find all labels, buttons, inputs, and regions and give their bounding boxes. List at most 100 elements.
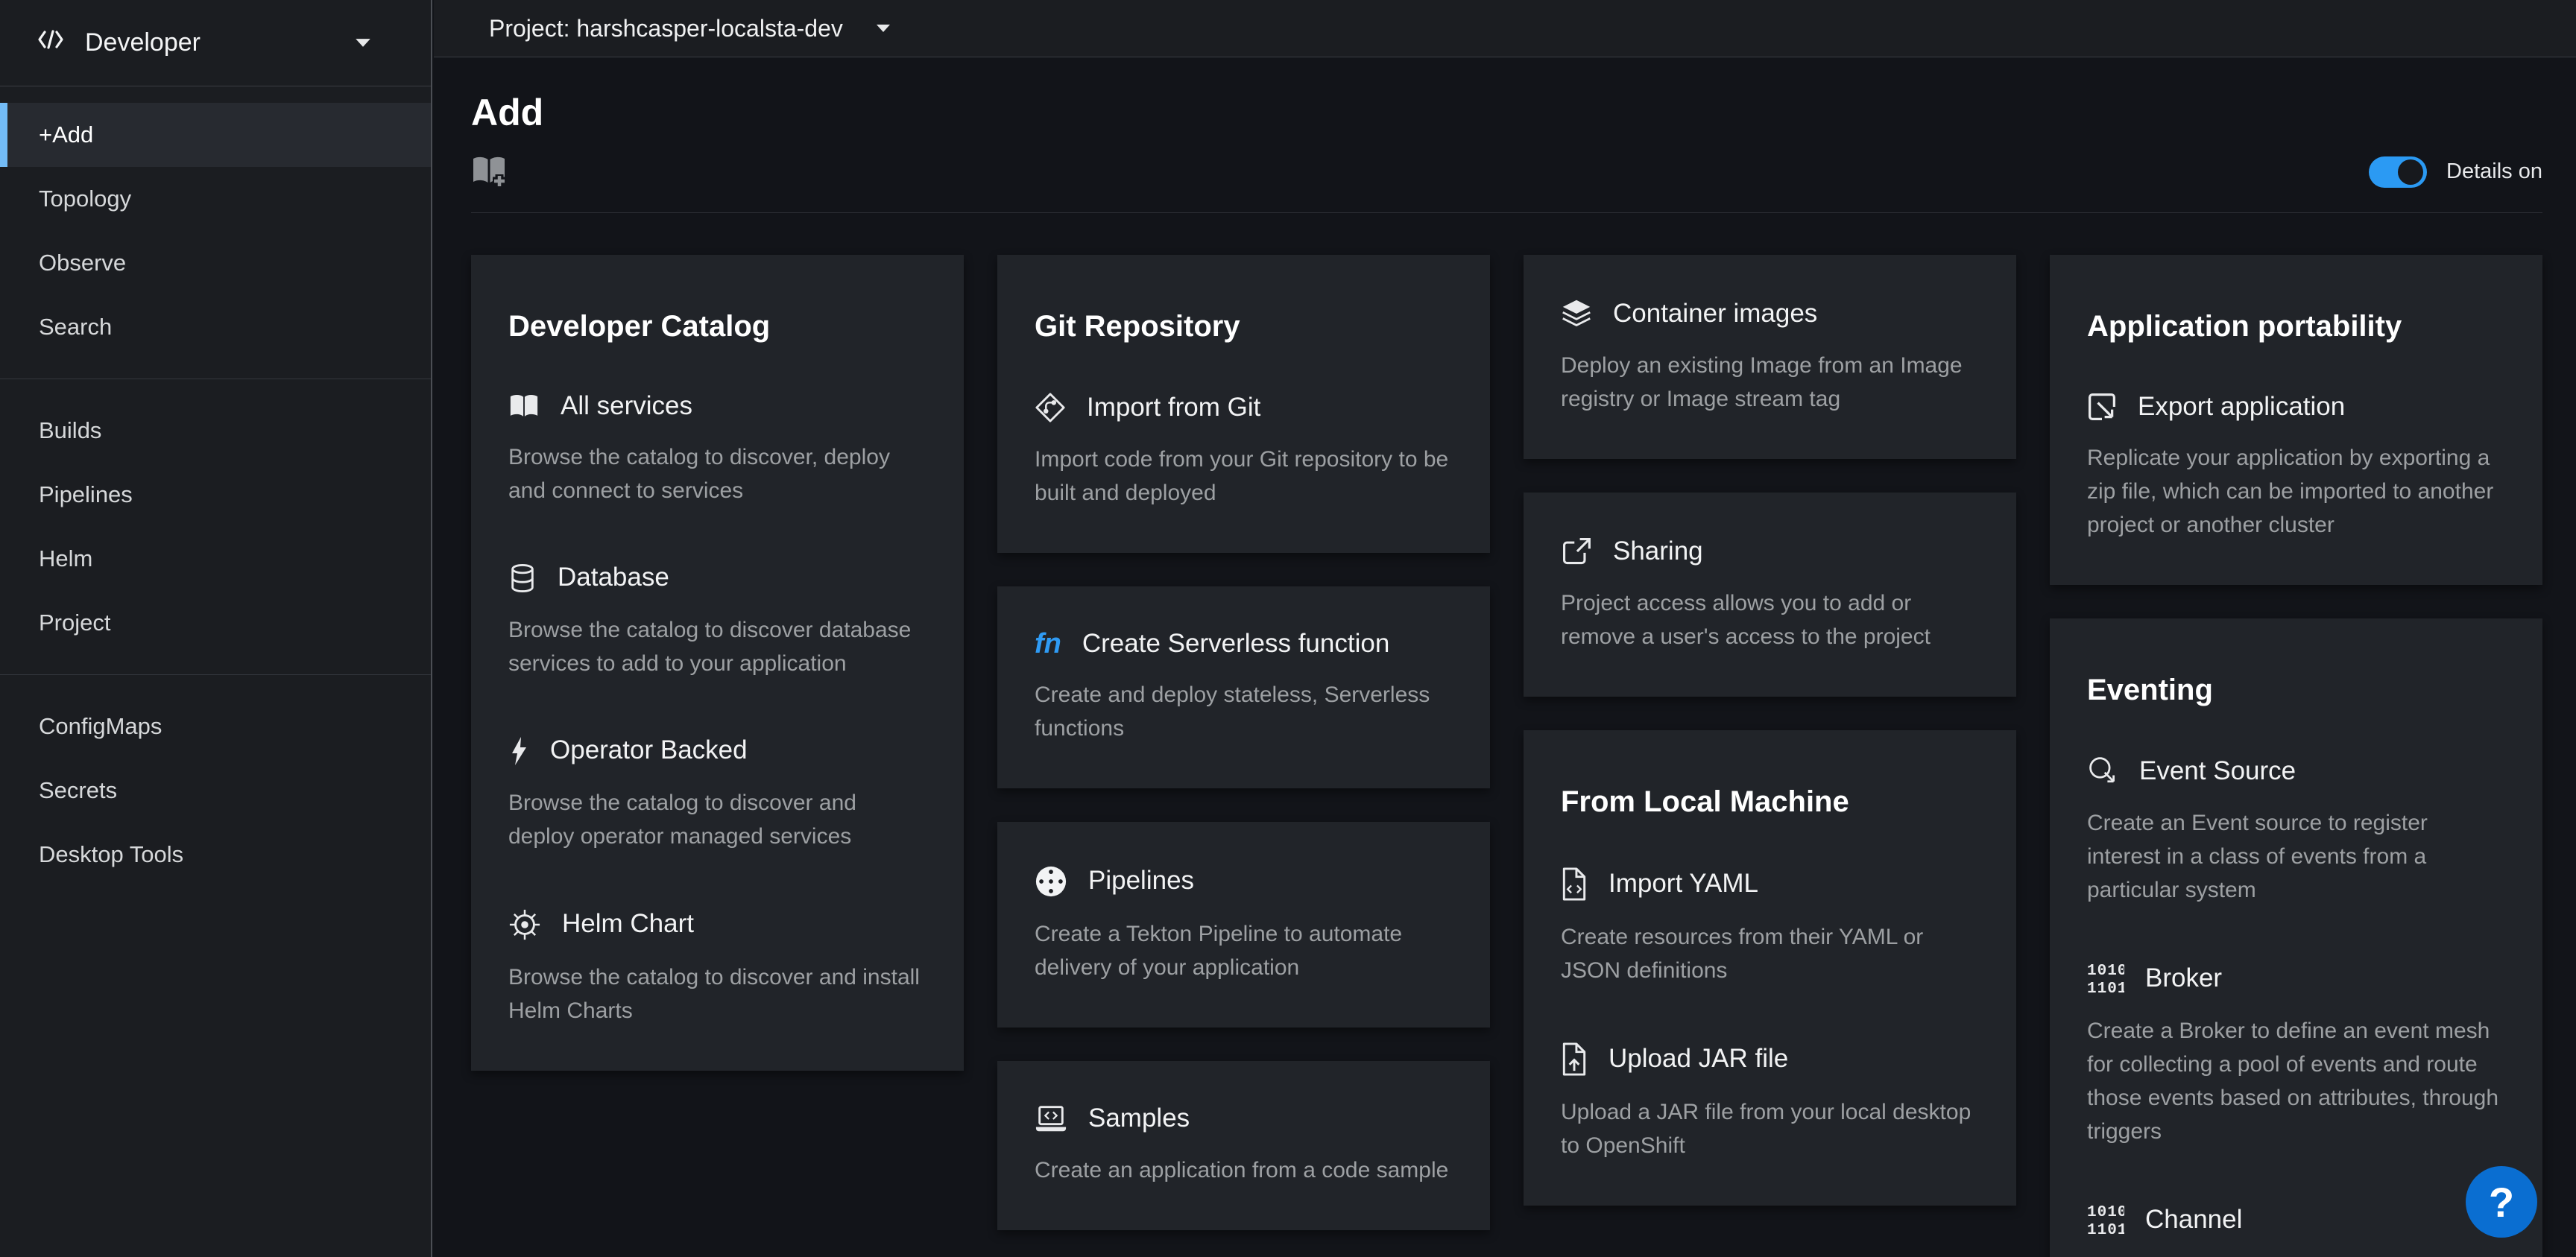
perspective-switcher[interactable]: Developer <box>0 0 431 86</box>
tile-title: Helm Chart <box>562 910 694 939</box>
sidebar-item-project[interactable]: Project <box>0 591 431 655</box>
details-toggle-label: Details on <box>2446 159 2542 184</box>
card-title: Eventing <box>2087 674 2505 706</box>
tile-title: Database <box>558 563 669 592</box>
card-samples: Samples Create an application from a cod… <box>997 1061 1490 1230</box>
perspective-label: Developer <box>85 28 201 57</box>
project-selector-label: Project: harshcasper-localsta-dev <box>489 15 843 42</box>
sidebar-item-desktop-tools[interactable]: Desktop Tools <box>0 823 431 887</box>
card-serverless-function: fn Create Serverless function Create and… <box>997 586 1490 788</box>
tile-title: Broker <box>2145 964 2222 993</box>
project-bar: Project: harshcasper-localsta-dev <box>434 0 2576 57</box>
tile-title: Event Source <box>2139 757 2296 786</box>
export-icon <box>2087 392 2117 422</box>
file-upload-icon <box>1561 1042 1588 1076</box>
card-title: Application portability <box>2087 310 2505 343</box>
tile-upload-jar-file[interactable]: Upload JAR file Upload a JAR file from y… <box>1561 1042 1979 1162</box>
file-code-icon <box>1561 867 1588 901</box>
sidebar-item-search[interactable]: Search <box>0 295 431 359</box>
tile-description: Deploy an existing Image from an Image r… <box>1561 349 1979 416</box>
tile-title: Export application <box>2138 393 2345 422</box>
page-header-row: Details on <box>471 153 2542 190</box>
svg-text:11011: 11011 <box>2087 981 2124 995</box>
tile-all-services[interactable]: All services Browse the catalog to disco… <box>508 392 926 507</box>
tile-title: Channel <box>2145 1206 2242 1235</box>
tile-event-source[interactable]: Event Source Create an Event source to r… <box>2087 756 2505 907</box>
tile-import-from-git[interactable]: Import from Git Import code from your Gi… <box>1035 392 1453 510</box>
card-from-local-machine: From Local Machine Import YAML Create re… <box>1524 730 2016 1206</box>
tile-description: Project access allows you to add or remo… <box>1561 586 1979 653</box>
sidebar-item-builds[interactable]: Builds <box>0 399 431 463</box>
card-application-portability: Application portability Export applicati… <box>2050 255 2542 585</box>
database-icon <box>508 563 537 594</box>
helm-icon <box>508 908 541 941</box>
tile-database[interactable]: Database Browse the catalog to discover … <box>508 563 926 680</box>
header-divider <box>471 212 2542 213</box>
tile-title: Import YAML <box>1609 870 1758 899</box>
sidebar: Developer +Add Topology Observe Search B… <box>0 0 432 1257</box>
tile-description: Create a Tekton Pipeline to automate del… <box>1035 917 1453 984</box>
tile-export-application[interactable]: Export application Replicate your applic… <box>2087 392 2505 542</box>
tile-title: Upload JAR file <box>1609 1045 1788 1074</box>
serverless-fn-icon: fn <box>1035 630 1061 658</box>
tile-title: Sharing <box>1613 537 1703 566</box>
details-toggle[interactable] <box>2369 156 2427 188</box>
card-sharing: Sharing Project access allows you to add… <box>1524 493 2016 697</box>
tile-description: Browse the catalog to discover and insta… <box>508 960 926 1028</box>
tile-sharing[interactable]: Sharing Project access allows you to add… <box>1561 536 1979 653</box>
cards-column-4: Application portability Export applicati… <box>2050 255 2542 1257</box>
tile-pipelines[interactable]: Pipelines Create a Tekton Pipeline to au… <box>1035 865 1453 984</box>
event-source-icon <box>2087 756 2118 787</box>
tile-create-serverless-function[interactable]: fn Create Serverless function Create and… <box>1035 630 1453 745</box>
details-switch-group: Details on <box>2369 156 2542 188</box>
tile-channel[interactable]: 101011011 Channel Create a Knative Chann… <box>2087 1203 2505 1257</box>
sidebar-nav: +Add Topology Observe Search Builds Pipe… <box>0 86 431 887</box>
chevron-down-icon <box>876 24 891 33</box>
tile-title: Operator Backed <box>550 736 748 765</box>
tile-description: Browse the catalog to discover database … <box>508 613 926 680</box>
tile-helm-chart[interactable]: Helm Chart Browse the catalog to discove… <box>508 908 926 1028</box>
layers-icon <box>1561 298 1592 329</box>
tile-operator-backed[interactable]: Operator Backed Browse the catalog to di… <box>508 735 926 853</box>
git-icon <box>1035 392 1066 423</box>
book-icon <box>508 393 540 419</box>
svg-text:1010: 1010 <box>2087 1204 2124 1221</box>
samples-icon <box>1035 1104 1067 1134</box>
sidebar-item-configmaps[interactable]: ConfigMaps <box>0 694 431 759</box>
card-eventing: Eventing Event Source Create an Event so… <box>2050 618 2542 1257</box>
cards-column-1: Developer Catalog All services Browse th… <box>471 255 964 1071</box>
tile-title: Create Serverless function <box>1082 630 1389 659</box>
card-container-images: Container images Deploy an existing Imag… <box>1524 255 2016 459</box>
sidebar-item-helm[interactable]: Helm <box>0 527 431 591</box>
toggle-knob <box>2398 159 2423 185</box>
tile-title: Samples <box>1088 1104 1190 1133</box>
sidebar-item-add[interactable]: +Add <box>0 103 431 167</box>
help-button[interactable]: ? <box>2466 1166 2537 1238</box>
sidebar-item-pipelines[interactable]: Pipelines <box>0 463 431 527</box>
tile-import-yaml[interactable]: Import YAML Create resources from their … <box>1561 867 1979 987</box>
sidebar-item-topology[interactable]: Topology <box>0 167 431 231</box>
broker-binary-icon: 101011011 <box>2087 962 2124 995</box>
chevron-down-icon <box>355 38 371 48</box>
card-title: Git Repository <box>1035 310 1453 343</box>
tile-container-images[interactable]: Container images Deploy an existing Imag… <box>1561 298 1979 416</box>
sidebar-item-observe[interactable]: Observe <box>0 231 431 295</box>
svg-text:1010: 1010 <box>2087 963 2124 980</box>
guided-documentation-button[interactable] <box>471 153 507 190</box>
sidebar-item-secrets[interactable]: Secrets <box>0 759 431 823</box>
bolt-icon <box>508 735 529 767</box>
pipelines-icon <box>1035 865 1067 898</box>
tile-description: Replicate your application by exporting … <box>2087 441 2505 542</box>
card-git-repository: Git Repository Import from Git Import co… <box>997 255 1490 553</box>
code-icon <box>37 28 64 57</box>
tile-description: Browse the catalog to discover and deplo… <box>508 786 926 853</box>
tile-description: Create and deploy stateless, Serverless … <box>1035 678 1453 745</box>
tile-broker[interactable]: 101011011 Broker Create a Broker to defi… <box>2087 962 2505 1148</box>
project-selector[interactable]: Project: harshcasper-localsta-dev <box>489 15 891 42</box>
app-root: Developer +Add Topology Observe Search B… <box>0 0 2576 1257</box>
tile-description: Create an application from a code sample <box>1035 1153 1453 1187</box>
tile-samples[interactable]: Samples Create an application from a cod… <box>1035 1104 1453 1187</box>
tile-description: Browse the catalog to discover, deploy a… <box>508 440 926 507</box>
share-icon <box>1561 536 1592 567</box>
tile-description: Create resources from their YAML or JSON… <box>1561 920 1979 987</box>
